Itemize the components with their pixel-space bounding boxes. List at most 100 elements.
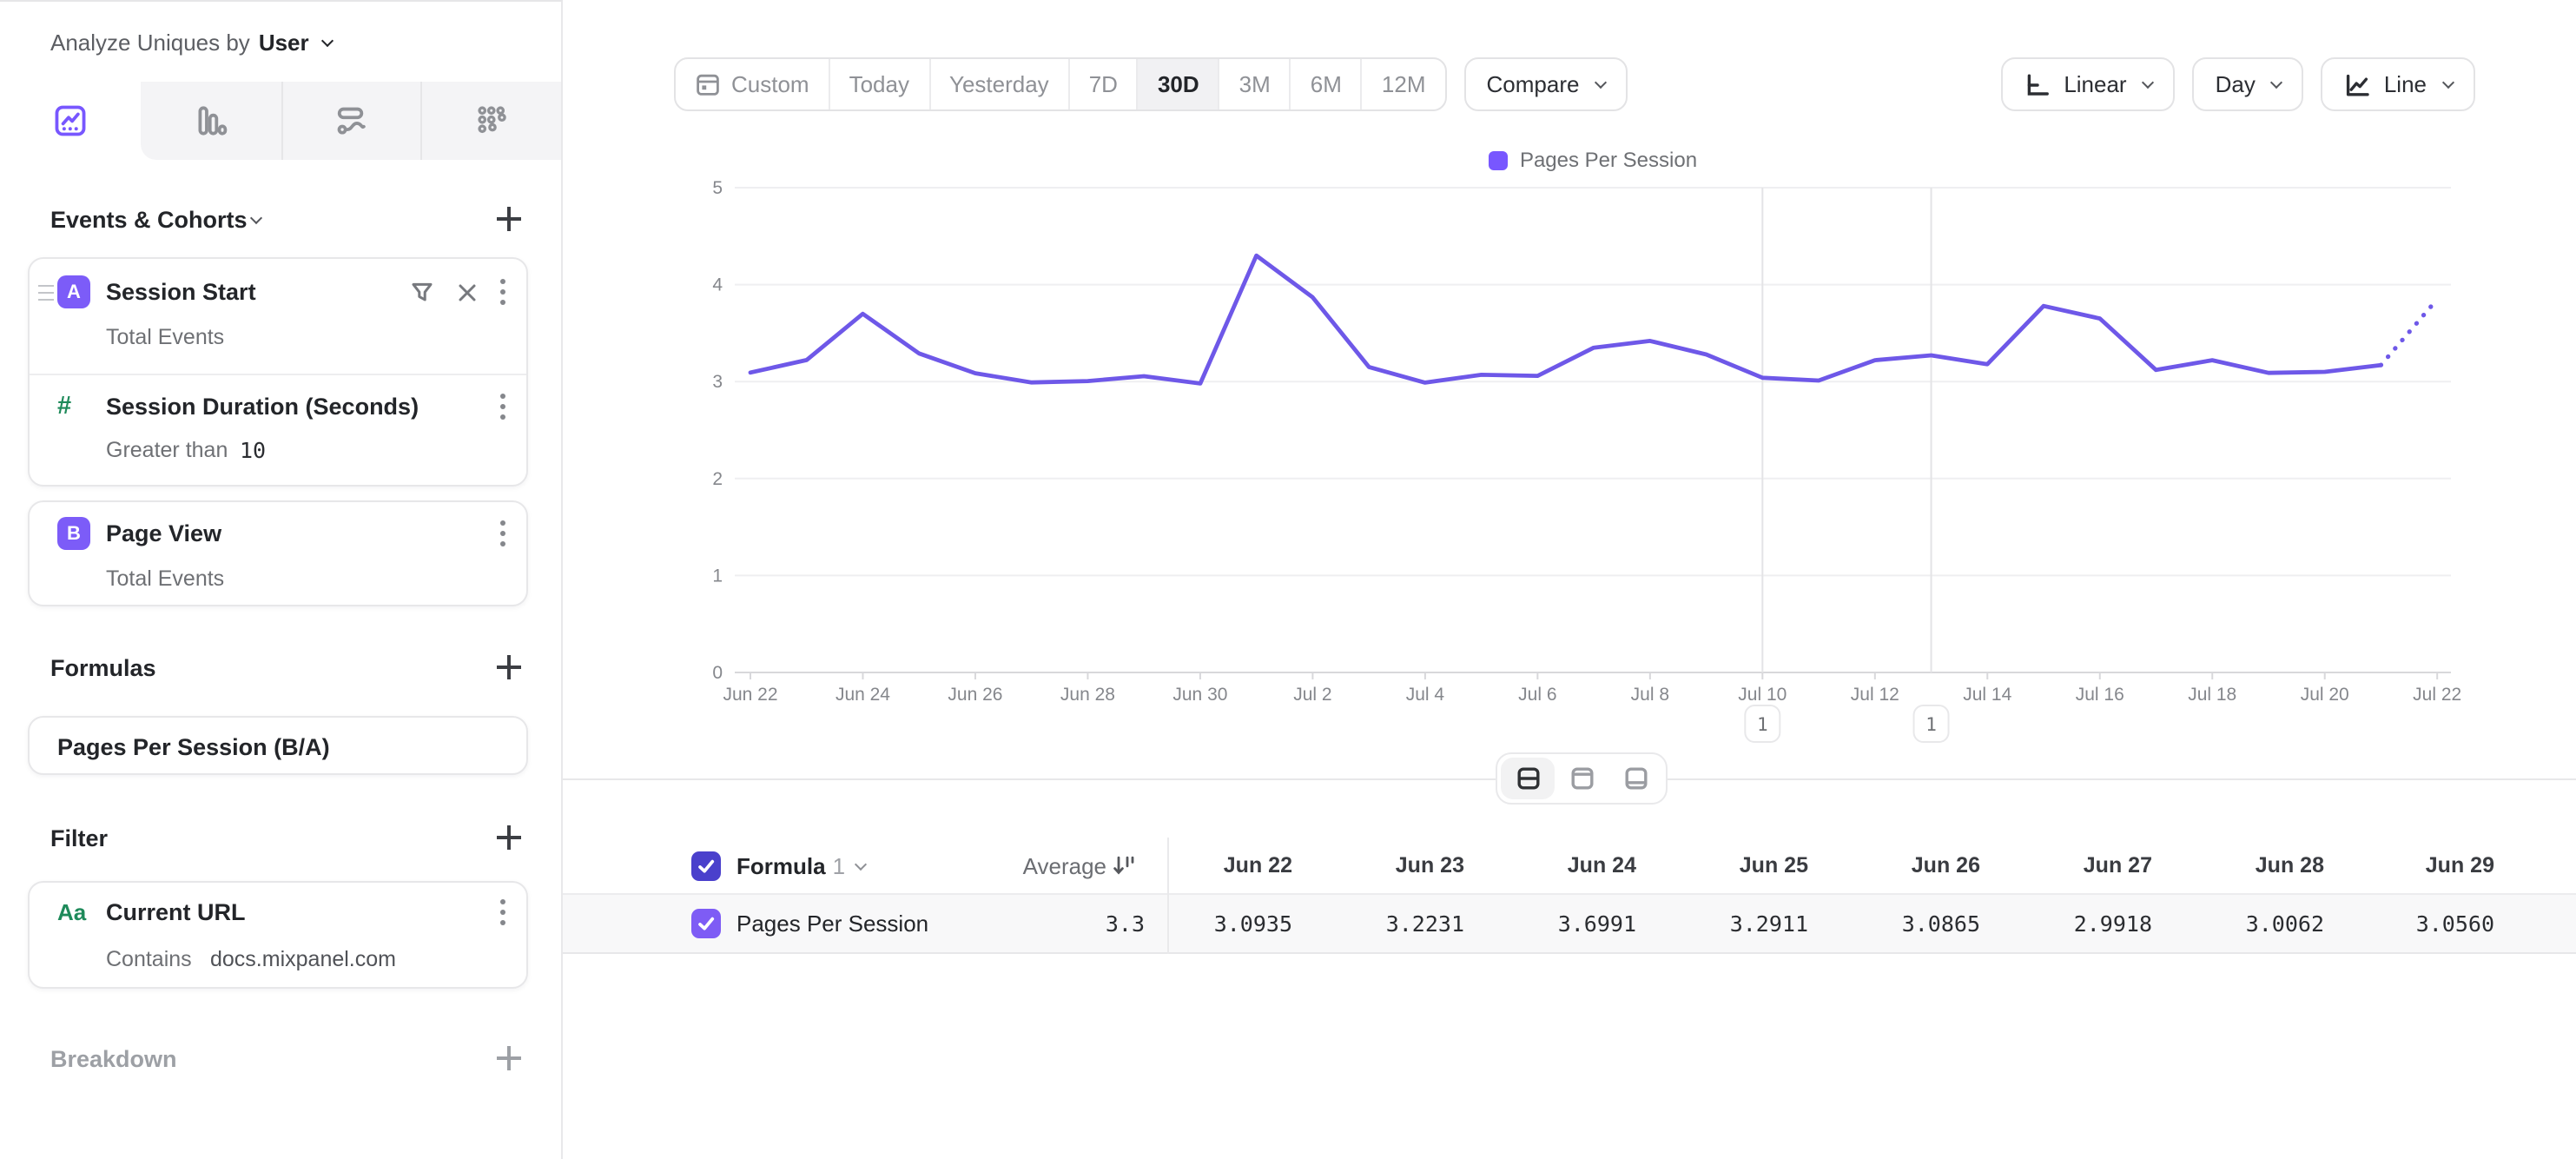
table-value-cell: 3.2911 xyxy=(1657,911,1829,937)
x-axis-label: Jul 16 xyxy=(2076,685,2124,705)
chart-legend[interactable]: Pages Per Session xyxy=(735,146,2451,174)
event-title[interactable]: Page View xyxy=(106,520,221,546)
range-today[interactable]: Today xyxy=(829,59,928,109)
filter-card[interactable]: Aa Current URL Contains docs.mixpanel.co… xyxy=(28,881,528,989)
table-date-header[interactable]: Jun 26 xyxy=(1829,853,2001,878)
events-cohorts-header: Events & Cohorts xyxy=(0,196,561,242)
table-header-row: Formula 1 Average Jun 22Jun 23Jun 24Jun … xyxy=(563,838,2576,893)
add-breakdown-button[interactable] xyxy=(492,1041,526,1076)
x-axis-label: Jul 4 xyxy=(1406,685,1445,705)
drag-handle-icon[interactable] xyxy=(38,285,54,305)
formulas-header: Formulas xyxy=(0,645,561,690)
table-date-header[interactable]: Jun 24 xyxy=(1485,853,1657,878)
property-value[interactable]: 10 xyxy=(240,437,266,463)
range-custom[interactable]: Custom xyxy=(676,59,829,109)
tab-retention[interactable] xyxy=(421,82,562,160)
add-event-button[interactable] xyxy=(492,202,526,236)
layout-table-button[interactable] xyxy=(1608,758,1662,799)
layout-chart-button[interactable] xyxy=(1555,758,1608,799)
query-builder-panel: Analyze Uniques by User xyxy=(0,0,563,1159)
filter-operator[interactable]: Contains xyxy=(106,947,192,971)
property-operator[interactable]: Greater than xyxy=(106,438,228,462)
kebab-menu-icon[interactable] xyxy=(500,394,505,420)
range-12m[interactable]: 12M xyxy=(1361,59,1445,109)
line-chart-icon xyxy=(52,103,89,139)
close-icon[interactable] xyxy=(457,281,478,302)
formula-group-label[interactable]: Formula xyxy=(736,852,826,878)
series-checkbox[interactable] xyxy=(691,909,721,938)
event-title[interactable]: Session Start xyxy=(106,279,256,305)
formula-card[interactable]: Pages Per Session (B/A) xyxy=(28,716,528,775)
table-date-header[interactable]: Jun 25 xyxy=(1657,853,1829,878)
scale-dropdown[interactable]: Linear xyxy=(2001,57,2175,111)
range-30d[interactable]: 30D xyxy=(1137,59,1219,109)
dots-grid-icon xyxy=(473,103,510,139)
kebab-menu-icon[interactable] xyxy=(500,279,505,305)
table-date-header[interactable]: Jun 29 xyxy=(2345,853,2515,878)
legend-label: Pages Per Session xyxy=(1520,148,1697,172)
property-title[interactable]: Session Duration (Seconds) xyxy=(106,394,419,420)
filter-title: Filter xyxy=(50,825,108,851)
select-all-checkbox[interactable] xyxy=(691,851,721,880)
analyze-uniques-row: Analyze Uniques by User xyxy=(0,2,561,82)
filter-value[interactable]: docs.mixpanel.com xyxy=(210,947,396,971)
report-type-tabs xyxy=(0,82,561,160)
filter-property[interactable]: Current URL xyxy=(106,899,246,925)
table-date-header[interactable]: Jun 27 xyxy=(2001,853,2173,878)
check-icon xyxy=(697,914,716,933)
x-axis-label: Jul 12 xyxy=(1851,685,1899,705)
table-date-header[interactable]: Jun 23 xyxy=(1313,853,1485,878)
range-3m[interactable]: 3M xyxy=(1219,59,1290,109)
kebab-menu-icon[interactable] xyxy=(500,899,505,925)
tab-funnels[interactable] xyxy=(141,82,281,160)
layout-toggle-group xyxy=(1496,752,1668,805)
table-value-cell: 3.0865 xyxy=(1829,911,2001,937)
legend-swatch xyxy=(1489,150,1508,169)
event-measure[interactable]: Total Events xyxy=(106,566,224,591)
range-7d[interactable]: 7D xyxy=(1068,59,1137,109)
annotation-count: 1 xyxy=(1757,714,1768,735)
tab-insights[interactable] xyxy=(0,82,141,160)
table-value-cell: 3.0062 xyxy=(2173,911,2345,937)
compare-button[interactable]: Compare xyxy=(1464,57,1628,111)
series-name: Pages Per Session xyxy=(736,911,928,937)
number-property-icon: # xyxy=(57,393,71,421)
annotation-count: 1 xyxy=(1925,714,1937,735)
breakdown-title: Breakdown xyxy=(50,1045,177,1071)
event-badge-a: A xyxy=(57,275,90,308)
table-date-header[interactable]: Jun 28 xyxy=(2173,853,2345,878)
chart-type-dropdown[interactable]: Line xyxy=(2322,57,2475,111)
event-measure[interactable]: Total Events xyxy=(106,325,224,349)
table-data-row[interactable]: Pages Per Session 3.3 3.09353.22313.6991… xyxy=(563,893,2576,954)
calendar-icon xyxy=(695,71,721,97)
filter-funnel-icon[interactable] xyxy=(410,280,434,304)
series-line[interactable] xyxy=(750,255,2381,383)
filter-header: Filter xyxy=(0,815,561,860)
average-column-header[interactable]: Average xyxy=(1023,852,1106,878)
line-chart-icon xyxy=(2344,70,2372,98)
table-view-icon xyxy=(1622,765,1649,792)
y-axis-label: 0 xyxy=(712,663,723,683)
tab-flows[interactable] xyxy=(281,82,421,160)
granularity-dropdown[interactable]: Day xyxy=(2193,57,2304,111)
table-date-header[interactable]: Jun 22 xyxy=(1167,853,1313,878)
add-formula-button[interactable] xyxy=(492,650,526,685)
range-yesterday[interactable]: Yesterday xyxy=(928,59,1068,109)
layout-split-button[interactable] xyxy=(1501,758,1555,799)
date-range-segmented-control: Custom Today Yesterday 7D 30D 3M 6M 12M xyxy=(674,57,1447,111)
kebab-menu-icon[interactable] xyxy=(500,520,505,546)
chevron-down-icon[interactable] xyxy=(250,211,262,223)
formula-name[interactable]: Pages Per Session (B/A) xyxy=(57,734,330,760)
series-line-projected xyxy=(2381,299,2437,365)
event-card-page-view[interactable]: B Page View Total Events xyxy=(28,500,528,606)
line-chart[interactable]: 01234511Jun 22Jun 24Jun 26Jun 28Jun 30Ju… xyxy=(563,174,2576,765)
chevron-down-icon[interactable] xyxy=(854,858,866,870)
analyze-value-dropdown[interactable]: User xyxy=(259,29,309,55)
x-axis-label: Jul 22 xyxy=(2413,685,2461,705)
bar-chart-icon xyxy=(192,103,228,139)
mixpanel-insights-report: Analyze Uniques by User xyxy=(0,0,2576,1159)
sort-descending-icon[interactable] xyxy=(1112,853,1136,878)
range-6m[interactable]: 6M xyxy=(1290,59,1361,109)
event-card-session-start[interactable]: A Session Start Total Events # Session D… xyxy=(28,257,528,487)
add-filter-button[interactable] xyxy=(492,820,526,855)
